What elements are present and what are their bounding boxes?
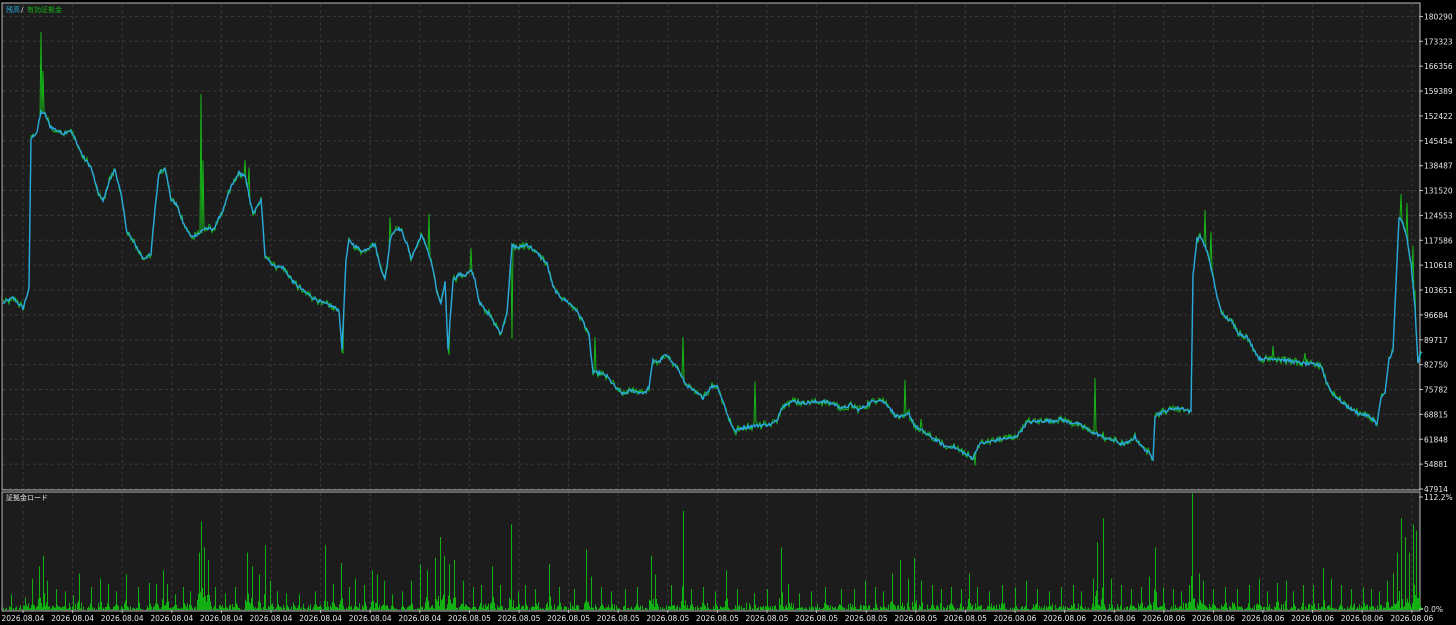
main-y-tick-label: 131520 [1424,187,1453,196]
main-y-tick-label: 117586 [1424,236,1453,245]
main-y-tick-label: 61848 [1424,435,1448,444]
x-tick-label: 2026.08.04 [250,614,293,623]
x-tick-label: 2026.08.04 [2,614,45,623]
main-y-tick-label: 89717 [1424,336,1448,345]
sub-y-tick-label: 0.0% [1424,605,1443,614]
x-tick-label: 2026.08.04 [101,614,144,623]
main-y-tick-label: 103651 [1424,286,1453,295]
x-tick-label: 2026.08.04 [51,614,94,623]
x-tick-label: 2026.08.05 [597,614,640,623]
x-tick-label: 2026.08.04 [349,614,392,623]
legend-equity: 有効証拠金 [27,5,62,14]
main-y-tick-label: 124553 [1424,211,1453,220]
x-tick-label: 2026.08.05 [746,614,789,623]
x-tick-label: 2026.08.05 [696,614,739,623]
main-y-tick-label: 180290 [1424,12,1453,21]
main-plot-area [1,2,1421,491]
legend-balance: 残高 [6,5,20,14]
x-tick-label: 2026.08.05 [547,614,590,623]
x-tick-label: 2026.08.05 [646,614,689,623]
main-y-tick-label: 54881 [1424,460,1448,469]
main-y-tick-label: 173323 [1424,37,1453,46]
x-tick-label: 2026.08.04 [200,614,243,623]
x-tick-label: 2026.08.05 [498,614,541,623]
main-y-tick-label: 145454 [1424,137,1453,146]
x-tick-label: 2026.08.06 [1093,614,1136,623]
chart-svg: 180290 173323 166356 159389 152422 145454 1384… [0,0,1456,625]
x-tick-label: 2026.08.06 [994,614,1037,623]
main-y-tick-label: 68815 [1424,410,1448,419]
main-legend: 残高 / 有効証拠金 [6,5,62,14]
x-tick-label: 2026.08.05 [944,614,987,623]
main-y-tick-label: 166356 [1424,62,1453,71]
x-tick-label: 2026.08.04 [398,614,441,623]
sub-plot-area [1,491,1421,612]
main-y-tick-label: 152422 [1424,112,1453,121]
main-y-tick-label: 82750 [1424,361,1448,370]
x-tick-label: 2026.08.06 [1043,614,1086,623]
main-y-tick-label: 110618 [1424,261,1453,270]
main-y-tick-label: 75782 [1424,386,1448,395]
sub-legend-margin-load: 証拠金ロード [6,493,48,502]
x-tick-label: 2026.08.06 [1341,614,1384,623]
x-tick-label: 2026.08.05 [845,614,888,623]
main-y-tick-label: 96684 [1424,311,1448,320]
x-tick-label: 2026.08.05 [448,614,491,623]
x-tick-label: 2026.08.06 [1242,614,1285,623]
x-tick-label: 2026.08.04 [150,614,193,623]
x-tick-label: 2026.08.06 [1291,614,1334,623]
main-y-tick-label: 138487 [1424,162,1453,171]
x-tick-label: 2026.08.05 [894,614,937,623]
x-tick-label: 2026.08.04 [299,614,342,623]
x-tick-label: 2026.08.06 [1390,614,1433,623]
x-tick-label: 2026.08.05 [795,614,838,623]
x-tick-label: 2026.08.06 [1142,614,1185,623]
x-tick-label: 2026.08.06 [1192,614,1235,623]
sub-y-tick-label: 112.2% [1424,493,1453,502]
main-y-tick-label: 159389 [1424,87,1453,96]
